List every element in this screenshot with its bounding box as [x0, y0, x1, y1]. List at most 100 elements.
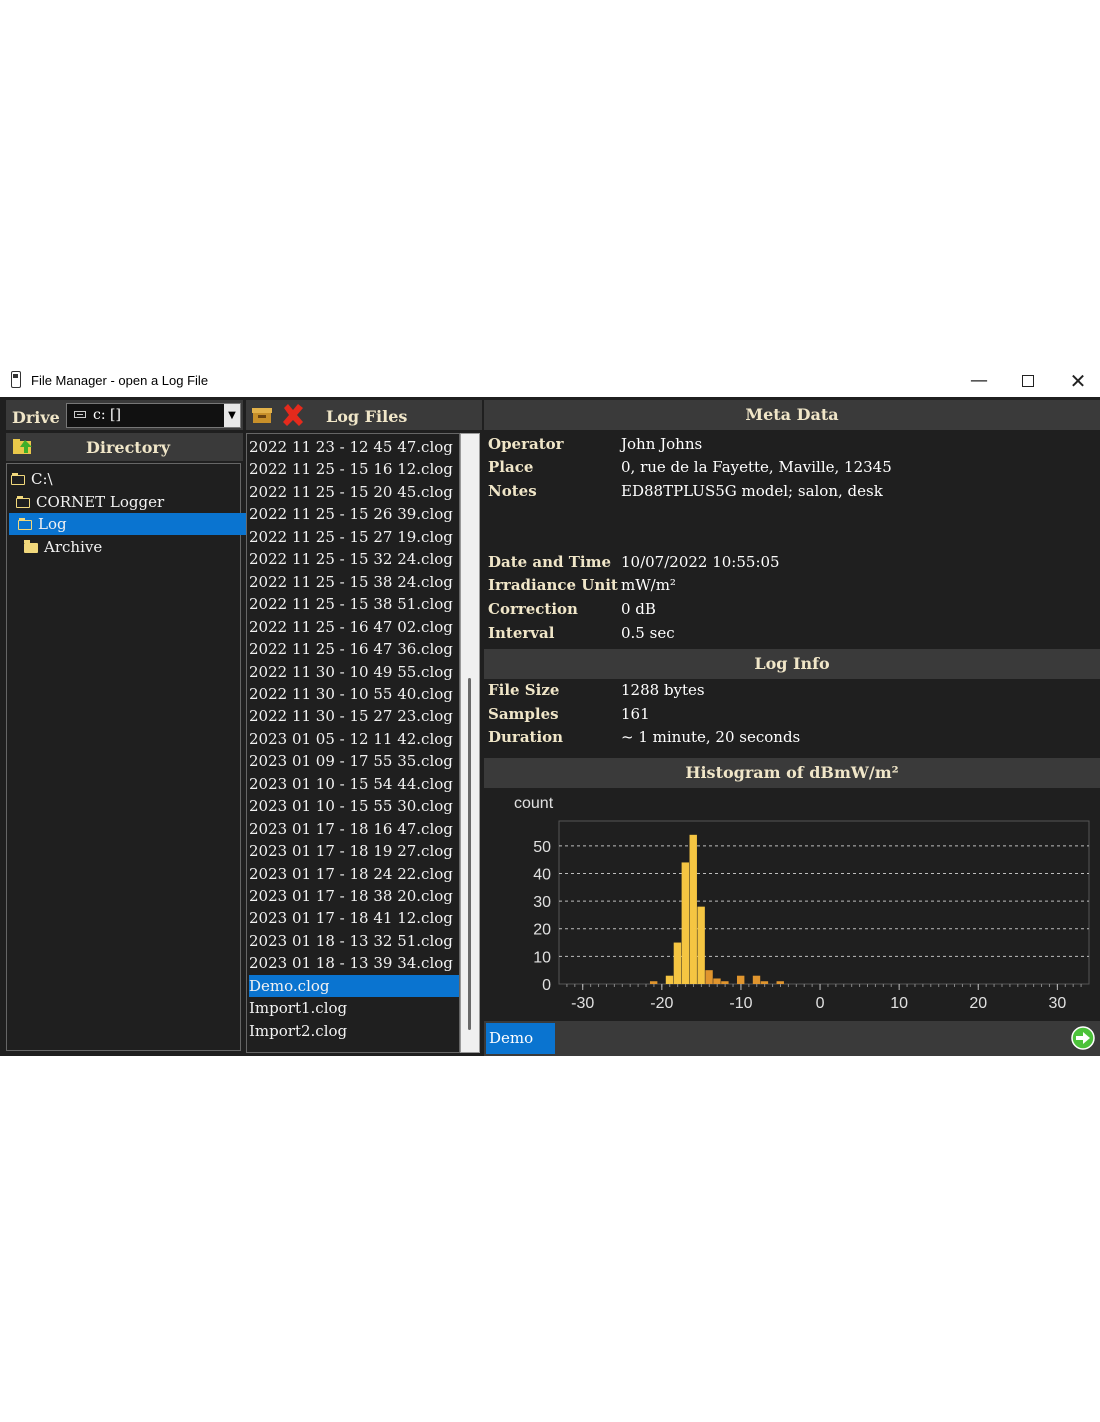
folder-open-icon	[11, 473, 25, 485]
tree-item[interactable]: Log	[9, 513, 249, 535]
x-tick-label: -10	[729, 995, 752, 1012]
histogram-bar	[760, 981, 769, 984]
tree-item[interactable]: C:\	[7, 468, 53, 490]
log-file-item[interactable]: 2022 11 25 - 16 47 02.clog	[249, 616, 459, 638]
file-list-scrollbar[interactable]	[460, 433, 480, 1053]
histogram-bar	[713, 978, 721, 984]
log-file-item[interactable]: Demo.clog	[249, 974, 459, 997]
x-tick-label: 20	[969, 995, 987, 1012]
log-file-item[interactable]: 2022 11 25 - 15 38 24.clog	[249, 571, 459, 593]
directory-tree[interactable]: C:\ CORNET Logger Log Archive	[6, 463, 249, 1051]
datetime-value: 10/07/2022 10:55:05	[621, 553, 780, 571]
maximize-button[interactable]	[1005, 364, 1051, 397]
y-tick-label: 10	[533, 949, 551, 966]
drive-row: Drive c: [] ▼	[6, 400, 243, 430]
log-file-item[interactable]: 2022 11 25 - 15 16 12.clog	[249, 458, 459, 480]
histogram-bar	[721, 981, 729, 984]
log-files-header: Log Files	[246, 400, 482, 430]
histogram-svg: 0 10 20 30 40 50 -30 -20 -10 0 10 20 30 count	[514, 795, 1090, 1012]
log-file-item[interactable]: 2022 11 30 - 10 49 55.clog	[249, 661, 459, 683]
arrow-right-icon[interactable]	[1071, 1026, 1095, 1050]
log-file-item[interactable]: 2023 01 17 - 18 38 20.clog	[249, 885, 459, 907]
app-icon	[11, 371, 21, 388]
samples-label: Samples	[488, 705, 559, 723]
log-file-item[interactable]: 2022 11 30 - 10 55 40.clog	[249, 683, 459, 705]
maximize-icon	[1022, 374, 1034, 387]
x-tick-label: -20	[650, 995, 673, 1012]
drive-label: Drive	[12, 408, 60, 427]
x-tick-label: 10	[890, 995, 908, 1012]
log-file-item[interactable]: 2023 01 17 - 18 24 22.clog	[249, 863, 459, 885]
log-file-item[interactable]: 2022 11 25 - 16 47 36.clog	[249, 638, 459, 660]
log-file-item[interactable]: 2023 01 10 - 15 55 30.clog	[249, 795, 459, 817]
folder-up-icon[interactable]	[12, 436, 34, 456]
tab-demo[interactable]: Demo (1)	[486, 1023, 555, 1078]
log-file-item[interactable]: 2022 11 25 - 15 38 51.clog	[249, 593, 459, 615]
log-file-item[interactable]: 2022 11 25 - 15 27 19.clog	[249, 526, 459, 548]
folder-open-icon	[16, 496, 30, 508]
histogram-bar	[752, 975, 761, 984]
log-file-item[interactable]: 2022 11 25 - 15 20 45.clog	[249, 481, 459, 503]
correction-label: Correction	[488, 600, 578, 618]
histogram-bar	[697, 906, 705, 984]
window-title: File Manager - open a Log File	[31, 373, 209, 388]
histogram-bar	[776, 981, 784, 984]
tree-item-label: Archive	[44, 538, 103, 556]
tree-item[interactable]: Archive	[7, 536, 102, 558]
minimize-button[interactable]: —	[956, 364, 1002, 397]
log-file-item[interactable]: 2022 11 30 - 15 27 23.clog	[249, 705, 459, 727]
log-file-item[interactable]: 2023 01 18 - 13 39 34.clog	[249, 952, 459, 974]
log-file-item[interactable]: 2023 01 18 - 13 32 51.clog	[249, 930, 459, 952]
datetime-label: Date and Time	[488, 553, 612, 571]
log-file-item[interactable]: Import2.clog	[249, 1020, 459, 1042]
tree-item-label: Log	[38, 515, 67, 533]
meta-data-header: Meta Data	[484, 400, 1100, 430]
folder-open-icon	[18, 518, 32, 530]
histogram-bar	[705, 970, 713, 984]
scrollbar-thumb[interactable]	[468, 678, 471, 1030]
histogram-bar	[689, 834, 697, 984]
archive-box-icon[interactable]	[252, 406, 272, 424]
delete-icon[interactable]	[280, 402, 306, 428]
log-files-pane: Log Files 2022 11 23 - 12 45 47.clog 2022…	[246, 400, 482, 1053]
close-button[interactable]: ✕	[1055, 364, 1100, 397]
interval-label: Interval	[488, 624, 555, 642]
y-tick-label: 30	[533, 894, 551, 911]
histogram-bar	[665, 975, 674, 984]
operator-value: John Johns	[621, 435, 703, 453]
log-file-item[interactable]: 2023 01 17 - 18 19 27.clog	[249, 840, 459, 862]
log-file-item[interactable]: 2022 11 25 - 15 32 24.clog	[249, 548, 459, 570]
log-file-item[interactable]: Import1.clog	[249, 997, 459, 1019]
log-file-item[interactable]: 2023 01 10 - 15 54 44.clog	[249, 773, 459, 795]
tree-item-label: C:\	[31, 470, 53, 488]
tree-item-label: CORNET Logger	[36, 493, 165, 511]
chevron-down-icon[interactable]: ▼	[224, 404, 240, 427]
x-tick-label: -30	[571, 995, 594, 1012]
log-file-item[interactable]: 2022 11 25 - 15 26 39.clog	[249, 503, 459, 525]
drive-icon	[74, 411, 86, 418]
histogram-chart: 0 10 20 30 40 50 -30 -20 -10 0 10 20 30 count	[484, 791, 1100, 1021]
log-file-list[interactable]: 2022 11 23 - 12 45 47.clog 2022 11 25 - 1…	[246, 433, 460, 1053]
log-file-item[interactable]: 2023 01 17 - 18 16 47.clog	[249, 818, 459, 840]
y-tick-label: 50	[533, 839, 551, 856]
log-file-item[interactable]: 2023 01 17 - 18 41 12.clog	[249, 907, 459, 929]
folder-icon	[24, 540, 38, 553]
directory-pane: Drive c: [] ▼ Directory C:\ CORNET Logger…	[6, 400, 249, 1051]
drive-select[interactable]: c: [] ▼	[66, 403, 241, 428]
samples-value: 161	[621, 705, 650, 723]
x-tick-label: 30	[1048, 995, 1066, 1012]
bottom-bar: Demo (1)	[484, 1021, 1100, 1078]
log-files-title: Log Files	[326, 407, 408, 426]
histogram-bar	[681, 862, 690, 984]
file-size-label: File Size	[488, 681, 560, 699]
notes-value: ED88TPLUS5G model; salon, desk	[621, 482, 883, 500]
y-tick-label: 0	[542, 977, 551, 994]
log-file-item[interactable]: 2023 01 05 - 12 11 42.clog	[249, 728, 459, 750]
log-file-item[interactable]: 2022 11 23 - 12 45 47.clog	[249, 436, 459, 458]
duration-label: Duration	[488, 728, 564, 746]
title-bar: File Manager - open a Log File — ✕	[0, 364, 1100, 397]
tree-item[interactable]: CORNET Logger	[7, 491, 164, 513]
log-file-item[interactable]: 2023 01 09 - 17 55 35.clog	[249, 750, 459, 772]
log-info-header: Log Info	[484, 649, 1100, 679]
y-tick-label: 40	[533, 866, 551, 883]
